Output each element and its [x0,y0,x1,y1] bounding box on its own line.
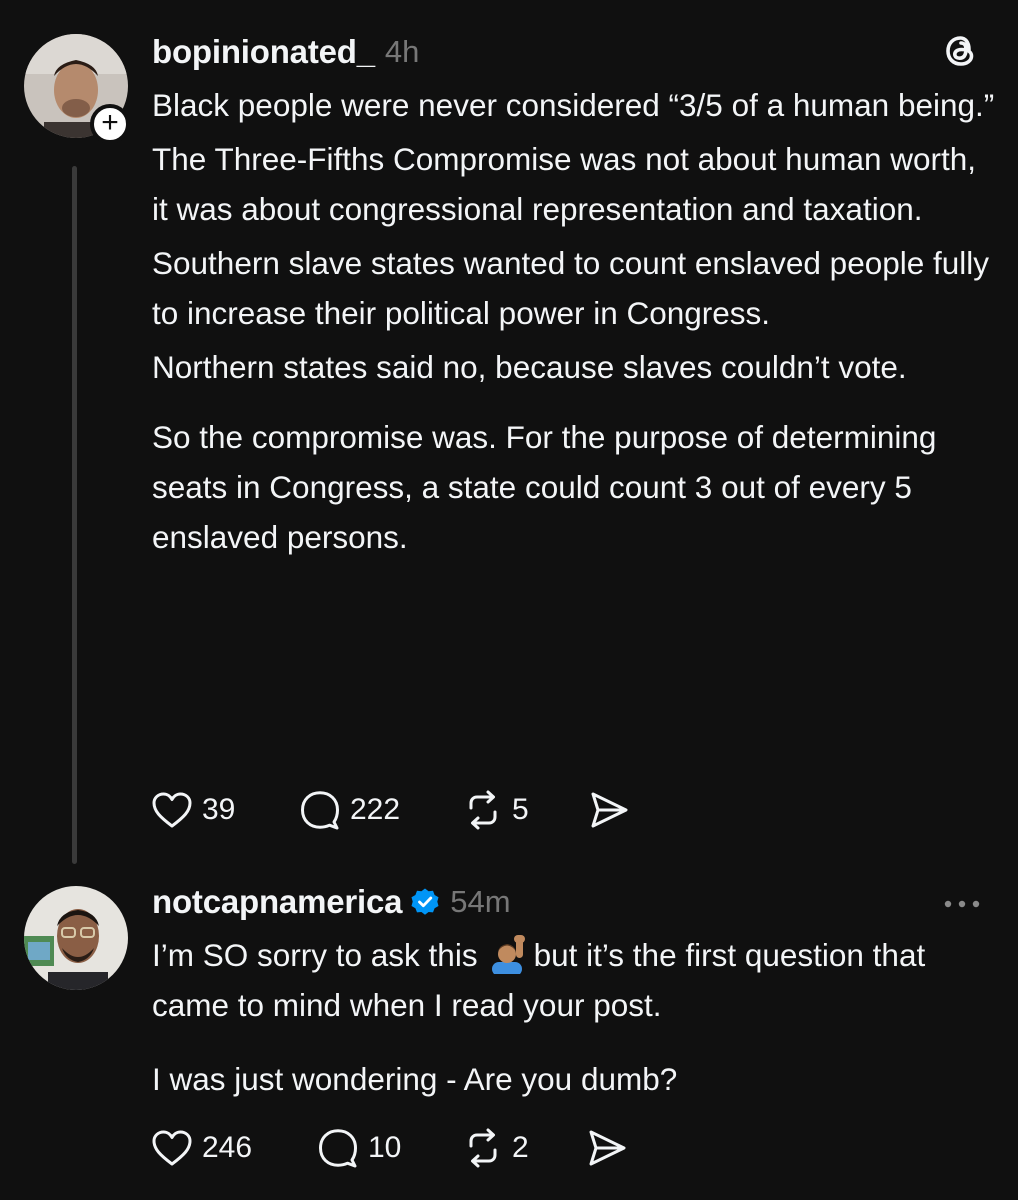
timestamp: 4h [384,34,420,69]
comment-icon [319,1129,357,1168]
post-actions: 39 222 5 [150,788,630,832]
repost-button[interactable]: 2 [462,1127,586,1169]
post-header: bopinionated_ 4h [152,32,419,72]
text-before-emoji: I’m SO sorry to ask this [152,937,478,973]
share-button[interactable] [588,790,630,830]
repost-icon [469,790,497,830]
like-count: 39 [202,793,236,826]
follow-plus-button[interactable]: + [90,104,130,144]
repost-count: 2 [512,1131,529,1164]
username[interactable]: notcapnamerica [152,883,402,921]
like-button[interactable]: 246 [150,1128,316,1168]
heart-icon [152,792,192,828]
post-paragraph: I was just wondering - Are you dumb? [152,1061,678,1097]
repost-count: 5 [512,793,529,826]
thread-post-reply: notcapnamerica 54m I’m SO sorry to ask t… [0,870,1018,1200]
more-options-icon[interactable] [942,894,982,914]
post-paragraph: Black people were never considered “3/5 … [152,87,995,123]
post-paragraph: Southern slave states wanted to count en… [152,245,998,331]
comment-icon [301,791,339,830]
post-header: notcapnamerica 54m [152,882,511,922]
thread-connector-line [72,166,77,864]
reply-button[interactable]: 10 [316,1127,462,1169]
post-paragraph: Northern states said no, because slaves … [152,349,907,385]
avatar-notcapnamerica[interactable] [24,886,128,990]
post-paragraph: I’m SO sorry to ask this but it’s the fir… [152,930,998,1030]
reply-count: 10 [368,1131,402,1164]
send-icon [589,1130,626,1166]
post-paragraph: The Three-Fifths Compromise was not abou… [152,141,985,227]
repost-icon [469,1128,497,1168]
verified-badge-icon [411,888,439,915]
post-body: Black people were never considered “3/5 … [152,80,998,562]
username[interactable]: bopinionated_ [152,33,375,71]
post-actions: 246 10 2 [150,1126,628,1170]
person-raising-hand-emoji [491,935,525,974]
reply-count: 222 [350,793,401,826]
post-paragraph: So the compromise was. For the purpose o… [152,419,946,555]
timestamp: 54m [450,884,511,919]
repost-button[interactable]: 5 [462,789,588,831]
heart-icon [152,1130,192,1166]
threads-logo-icon[interactable] [940,30,982,72]
reply-button[interactable]: 222 [298,789,462,831]
like-button[interactable]: 39 [150,790,298,830]
post-body: I’m SO sorry to ask this but it’s the fir… [152,930,998,1104]
send-icon [591,792,628,828]
like-count: 246 [202,1131,253,1164]
thread-post-original: + bopinionated_ 4h Black people were nev… [0,0,1018,870]
share-button[interactable] [586,1128,628,1168]
